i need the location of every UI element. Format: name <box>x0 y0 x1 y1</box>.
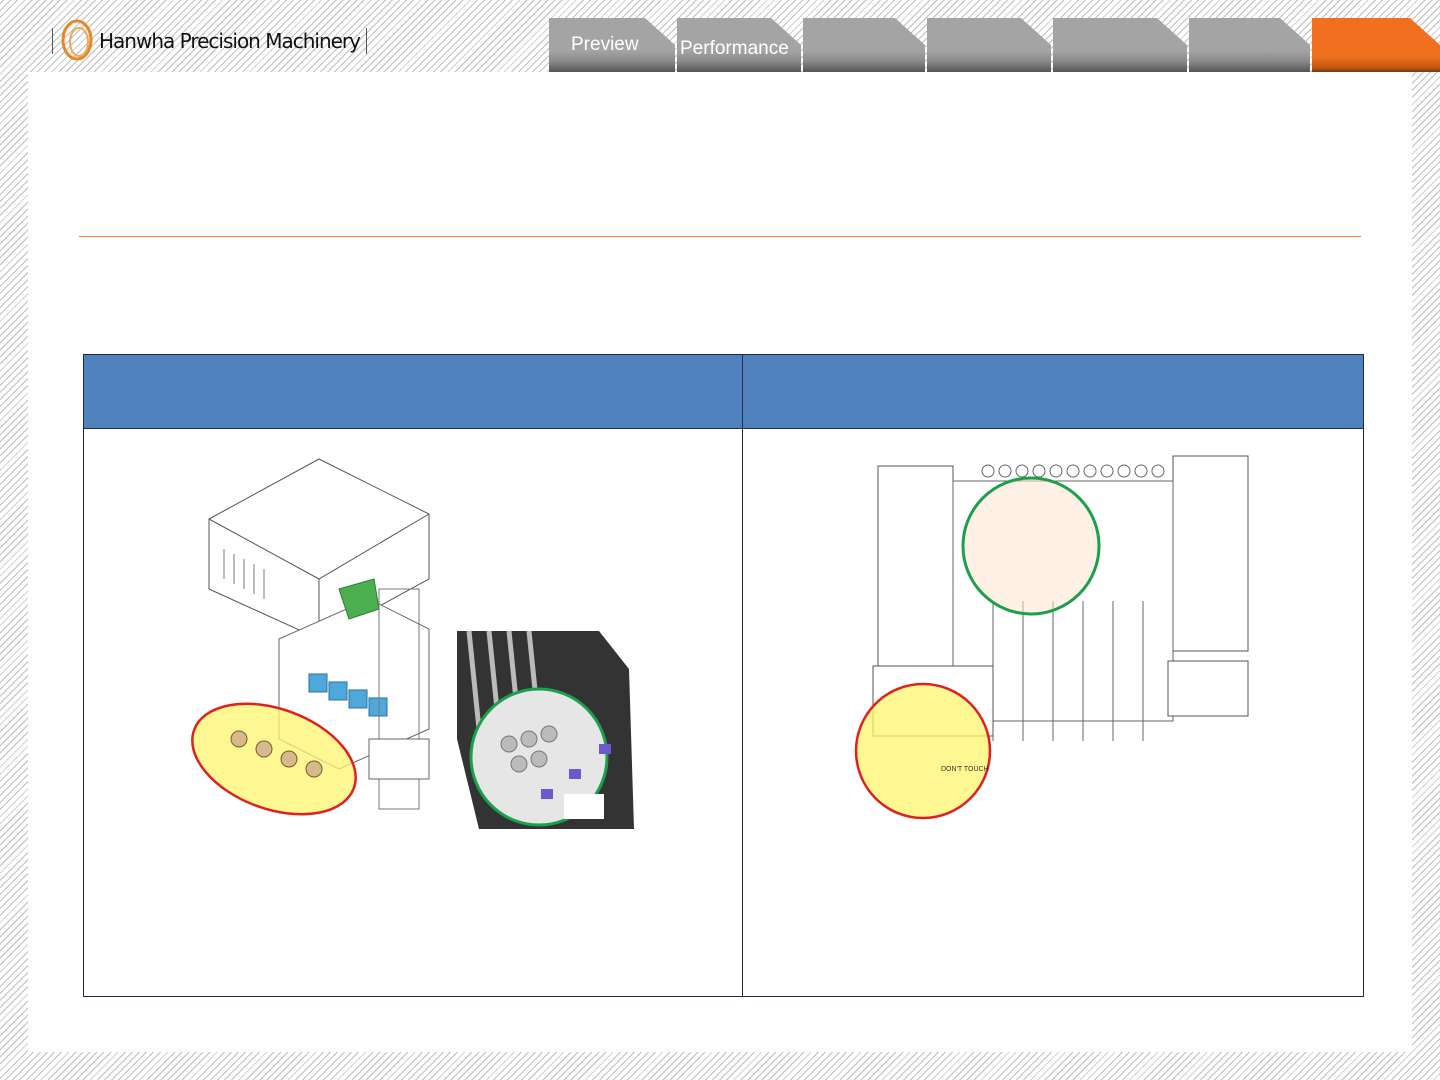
brand-logo: Hanwha Precision Machinery <box>46 18 373 64</box>
tab-6[interactable] <box>1189 18 1310 72</box>
table-cell-left <box>83 428 743 997</box>
tab-5[interactable] <box>1053 18 1187 72</box>
comparison-table: DON'T TOUCH <box>83 354 1364 997</box>
nozzle-head-illustration: DON'T TOUCH <box>854 455 1249 820</box>
tab-4[interactable] <box>927 18 1051 72</box>
tab-label: Performance <box>680 38 789 59</box>
head-assembly-illustration <box>191 458 634 829</box>
tab-performance[interactable]: Performance <box>677 18 801 72</box>
title-divider <box>79 236 1361 237</box>
tab-preview[interactable]: Preview <box>549 18 675 72</box>
tab-3[interactable] <box>803 18 925 72</box>
table-header-right <box>742 354 1364 429</box>
tab-label: Preview <box>571 34 639 55</box>
tab-active[interactable] <box>1312 18 1440 72</box>
sticker-text: DON'T TOUCH <box>941 766 989 773</box>
table-header-left <box>83 354 743 429</box>
table-cell-right: DON'T TOUCH <box>742 428 1364 997</box>
brand-name: Hanwha Precision Machinery <box>99 29 361 53</box>
hanwha-logo-icon <box>61 19 93 61</box>
